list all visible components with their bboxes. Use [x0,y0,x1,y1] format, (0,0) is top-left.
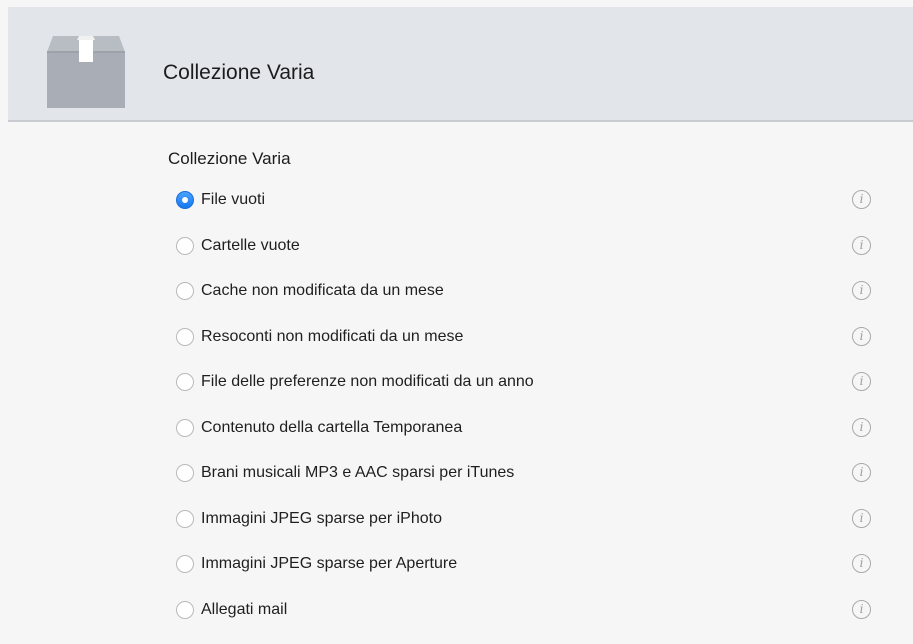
info-icon[interactable]: i [852,190,871,209]
radio-button[interactable] [176,327,194,346]
radio-button[interactable] [176,555,194,573]
header-bar: Collezione Varia [8,7,913,122]
option-allegati-mail[interactable]: Allegati mail i [176,598,876,644]
option-cache[interactable]: Cache non modificata da un mese i [176,279,876,325]
info-icon[interactable]: i [852,417,871,437]
radio-button[interactable] [176,418,194,437]
options-list: File vuoti i Cartelle vuote i Cache non … [176,188,876,643]
info-icon[interactable]: i [852,554,871,573]
radio-button[interactable] [176,282,194,300]
content-panel: Collezione Varia File vuoti i Cartelle v… [8,122,913,644]
option-label[interactable]: Cache non modificata da un mese [201,279,444,303]
info-icon[interactable]: i [852,326,871,346]
option-cartelle-vuote[interactable]: Cartelle vuote i [176,234,876,280]
option-label[interactable]: Immagini JPEG sparse per iPhoto [201,507,442,531]
page-title: Collezione Varia [163,61,315,84]
window: Collezione Varia Collezione Varia File v… [0,0,913,644]
info-icon[interactable]: i [852,372,871,391]
radio-button[interactable] [176,236,194,255]
info-icon[interactable]: i [852,599,871,619]
option-label[interactable]: File vuoti [201,188,265,212]
info-icon[interactable]: i [852,463,871,482]
option-label[interactable]: Contenuto della cartella Temporanea [201,416,462,440]
option-aperture[interactable]: Immagini JPEG sparse per Aperture i [176,552,876,598]
radio-button-selected[interactable] [176,191,194,209]
option-label[interactable]: Allegati mail [201,598,287,622]
option-resoconti[interactable]: Resoconti non modificati da un mese i [176,325,876,371]
option-label[interactable]: Cartelle vuote [201,234,300,258]
option-label[interactable]: Brani musicali MP3 e AAC sparsi per iTun… [201,461,514,485]
box-icon [47,36,125,108]
section-title: Collezione Varia [168,149,291,168]
option-file-vuoti[interactable]: File vuoti i [176,188,876,234]
radio-button[interactable] [176,373,194,391]
info-icon[interactable]: i [852,235,871,255]
option-preferenze[interactable]: File delle preferenze non modificati da … [176,370,876,416]
option-label[interactable]: Resoconti non modificati da un mese [201,325,463,349]
option-brani-musicali[interactable]: Brani musicali MP3 e AAC sparsi per iTun… [176,461,876,507]
option-label[interactable]: File delle preferenze non modificati da … [201,370,534,394]
option-label[interactable]: Immagini JPEG sparse per Aperture [201,552,457,576]
option-temporanea[interactable]: Contenuto della cartella Temporanea i [176,416,876,462]
info-icon[interactable]: i [852,508,871,528]
radio-button[interactable] [176,464,194,482]
radio-button[interactable] [176,600,194,619]
option-iphoto[interactable]: Immagini JPEG sparse per iPhoto i [176,507,876,553]
info-icon[interactable]: i [852,281,871,300]
radio-button[interactable] [176,509,194,528]
